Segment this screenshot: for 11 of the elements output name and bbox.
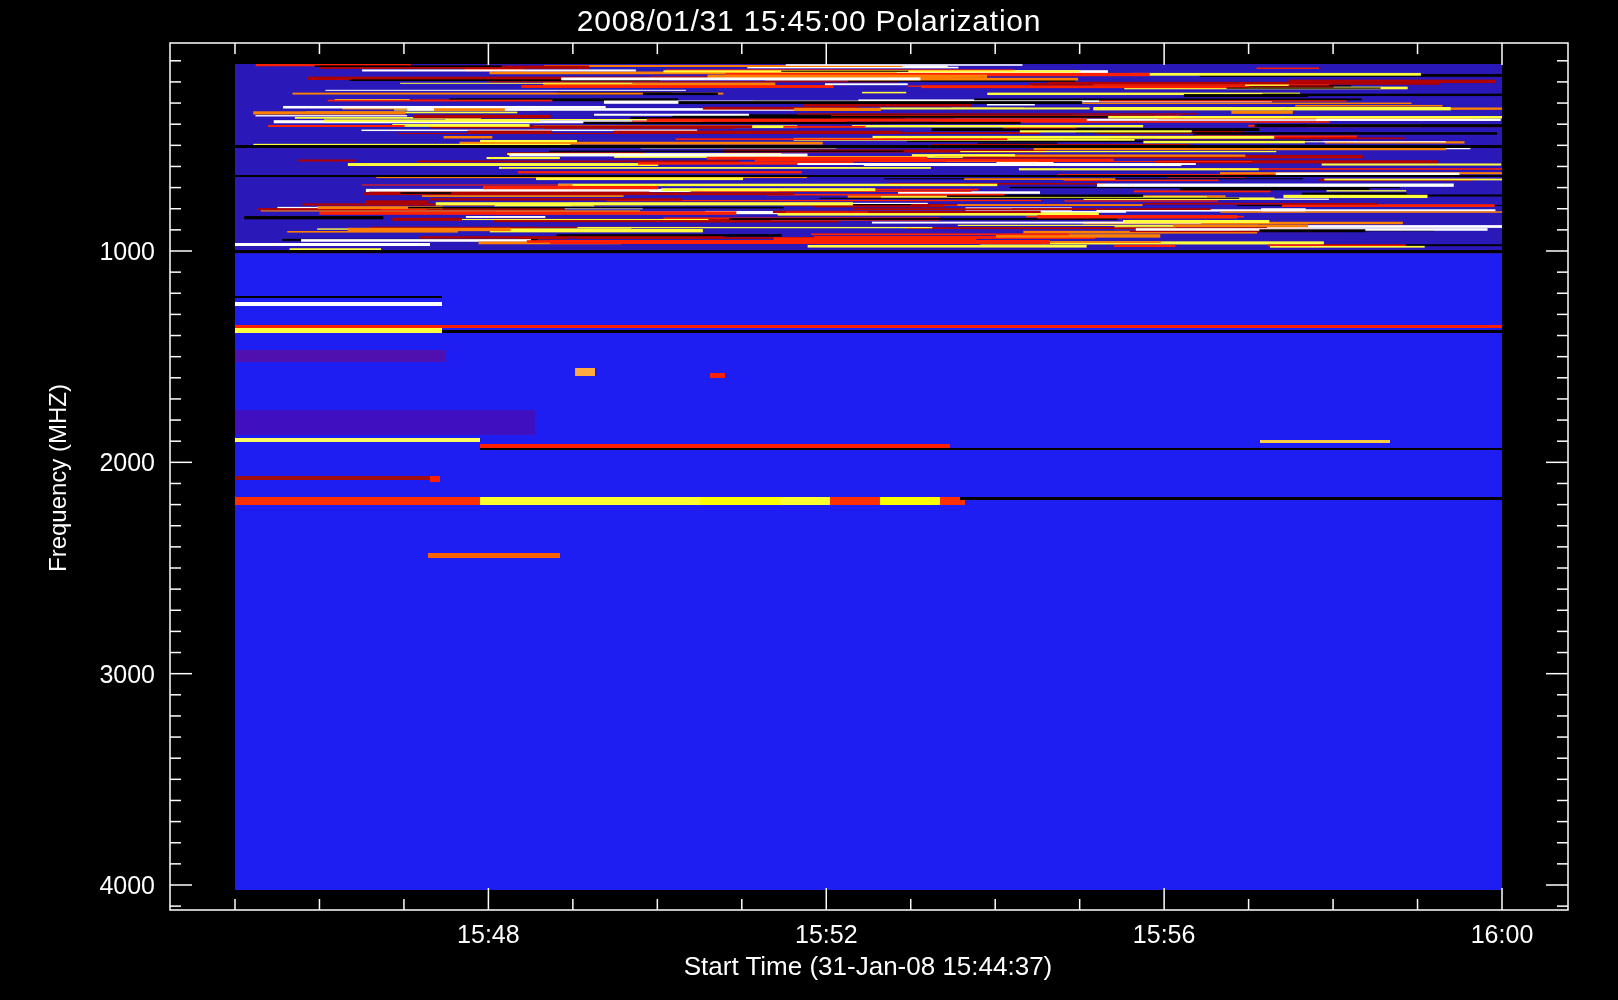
- x-axis-label: Start Time (31-Jan-08 15:44:37): [683, 951, 1053, 981]
- y-tick-label: 2000: [99, 448, 155, 477]
- chart-title: 2008/01/31 15:45:00 Polarization: [576, 3, 1042, 39]
- x-tick-label: 15:52: [795, 920, 858, 948]
- y-tick-label: 3000: [99, 659, 155, 688]
- x-tick-label: 16:00: [1470, 920, 1534, 948]
- y-tick-label: 4000: [99, 871, 155, 899]
- y-axis-label: Frequency (MHZ): [44, 384, 71, 572]
- x-tick-label: 15:48: [457, 920, 520, 948]
- x-tick-label: 15:56: [1132, 920, 1196, 948]
- y-tick-label: 1000: [99, 237, 155, 265]
